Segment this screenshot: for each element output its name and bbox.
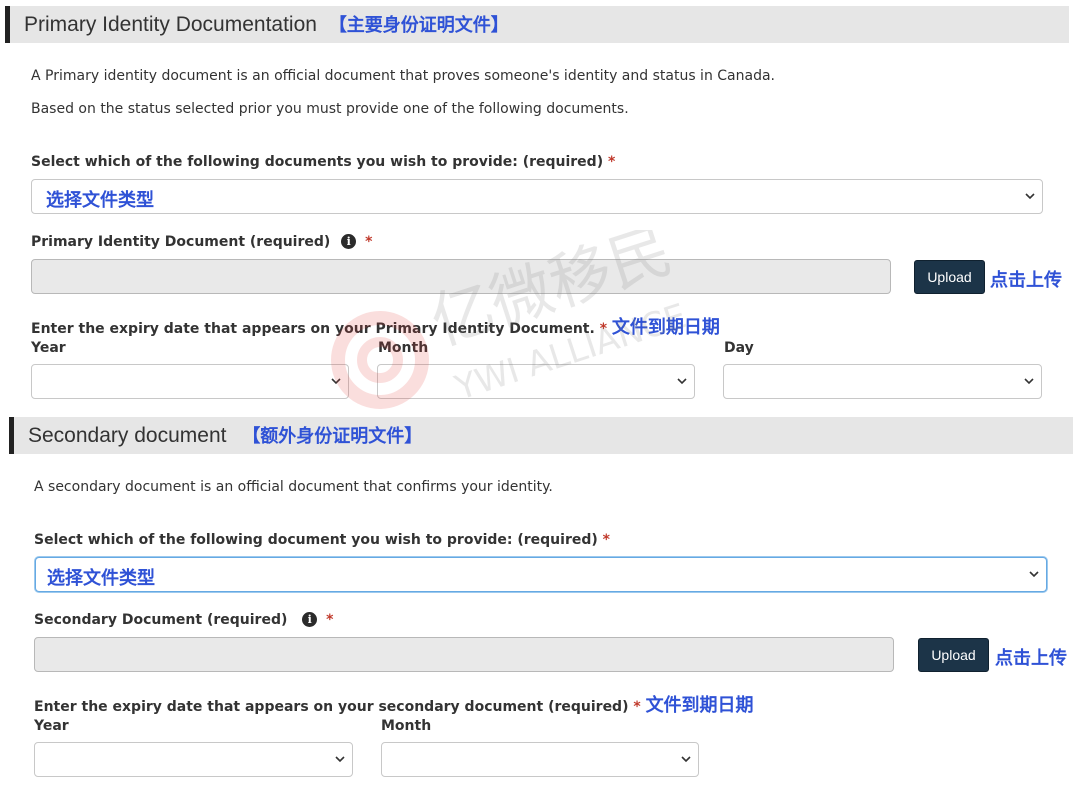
chevron-down-icon	[1025, 193, 1035, 200]
primary-day-select[interactable]	[723, 364, 1042, 399]
secondary-expiry-label-text: Enter the expiry date that appears on yo…	[34, 699, 629, 715]
primary-day-label: Day	[724, 340, 754, 356]
primary-document-type-select[interactable]: 选择文件类型	[31, 179, 1043, 214]
secondary-upload-button[interactable]: Upload	[918, 638, 989, 672]
secondary-expiry-label: Enter the expiry date that appears on yo…	[34, 691, 754, 717]
primary-expiry-label-text: Enter the expiry date that appears on yo…	[31, 321, 595, 337]
watermark-cn-text: 亿微移民	[422, 230, 680, 359]
chevron-down-icon	[681, 756, 691, 763]
secondary-month-select[interactable]	[381, 742, 699, 777]
required-mark: *	[633, 699, 641, 715]
primary-document-label: Primary Identity Document (required) i *	[31, 234, 372, 250]
primary-year-label: Year	[31, 340, 66, 356]
primary-document-label-text: Primary Identity Document (required)	[31, 234, 331, 250]
secondary-year-label: Year	[34, 718, 69, 734]
secondary-month-label: Month	[381, 718, 432, 734]
info-icon[interactable]: i	[302, 612, 318, 627]
secondary-document-label: Secondary Document (required) i *	[34, 612, 333, 628]
secondary-title-cn: 【额外身份证明文件】	[242, 426, 423, 447]
primary-upload-button[interactable]: Upload	[914, 260, 985, 294]
required-mark: *	[599, 321, 608, 337]
secondary-select-label-text: Select which of the following document y…	[34, 532, 598, 548]
chevron-down-icon	[331, 378, 341, 385]
secondary-document-type-select[interactable]: 选择文件类型	[35, 557, 1047, 592]
secondary-year-select[interactable]	[34, 742, 353, 777]
primary-upload-note: 点击上传	[990, 270, 1062, 291]
primary-document-file-field[interactable]	[31, 259, 891, 294]
secondary-upload-note: 点击上传	[995, 648, 1067, 669]
primary-title-cn: 【主要身份证明文件】	[328, 15, 509, 36]
info-icon[interactable]: i	[341, 234, 357, 249]
primary-month-select[interactable]	[377, 364, 695, 399]
primary-title-text: Primary Identity Documentation	[24, 13, 317, 36]
secondary-expiry-note: 文件到期日期	[645, 695, 754, 716]
secondary-document-file-field[interactable]	[34, 637, 894, 672]
secondary-select-label: Select which of the following document y…	[34, 532, 610, 548]
chevron-down-icon	[335, 756, 345, 763]
primary-section-title: Primary Identity Documentation 【主要身份证明文件…	[24, 11, 509, 37]
required-mark: *	[365, 234, 373, 250]
chevron-down-icon	[677, 378, 687, 385]
secondary-select-value: 选择文件类型	[47, 568, 155, 589]
secondary-section-title: Secondary document 【额外身份证明文件】	[28, 422, 422, 448]
chevron-down-icon	[1024, 378, 1034, 385]
primary-expiry-label: Enter the expiry date that appears on yo…	[31, 313, 720, 339]
secondary-document-label-text: Secondary Document (required)	[34, 612, 288, 628]
primary-description-2: Based on the status selected prior you m…	[31, 101, 629, 117]
chevron-down-icon	[1029, 571, 1039, 578]
primary-select-value: 选择文件类型	[46, 190, 154, 211]
primary-expiry-note: 文件到期日期	[611, 317, 720, 338]
primary-select-label-text: Select which of the following documents …	[31, 154, 604, 170]
primary-select-label: Select which of the following documents …	[31, 154, 615, 170]
primary-year-select[interactable]	[31, 364, 349, 399]
primary-month-label: Month	[378, 340, 429, 356]
secondary-title-text: Secondary document	[28, 424, 227, 447]
secondary-description: A secondary document is an official docu…	[34, 479, 553, 495]
primary-description-1: A Primary identity document is an offici…	[31, 68, 775, 84]
required-mark: *	[607, 154, 616, 170]
required-mark: *	[326, 612, 334, 628]
required-mark: *	[602, 532, 610, 548]
